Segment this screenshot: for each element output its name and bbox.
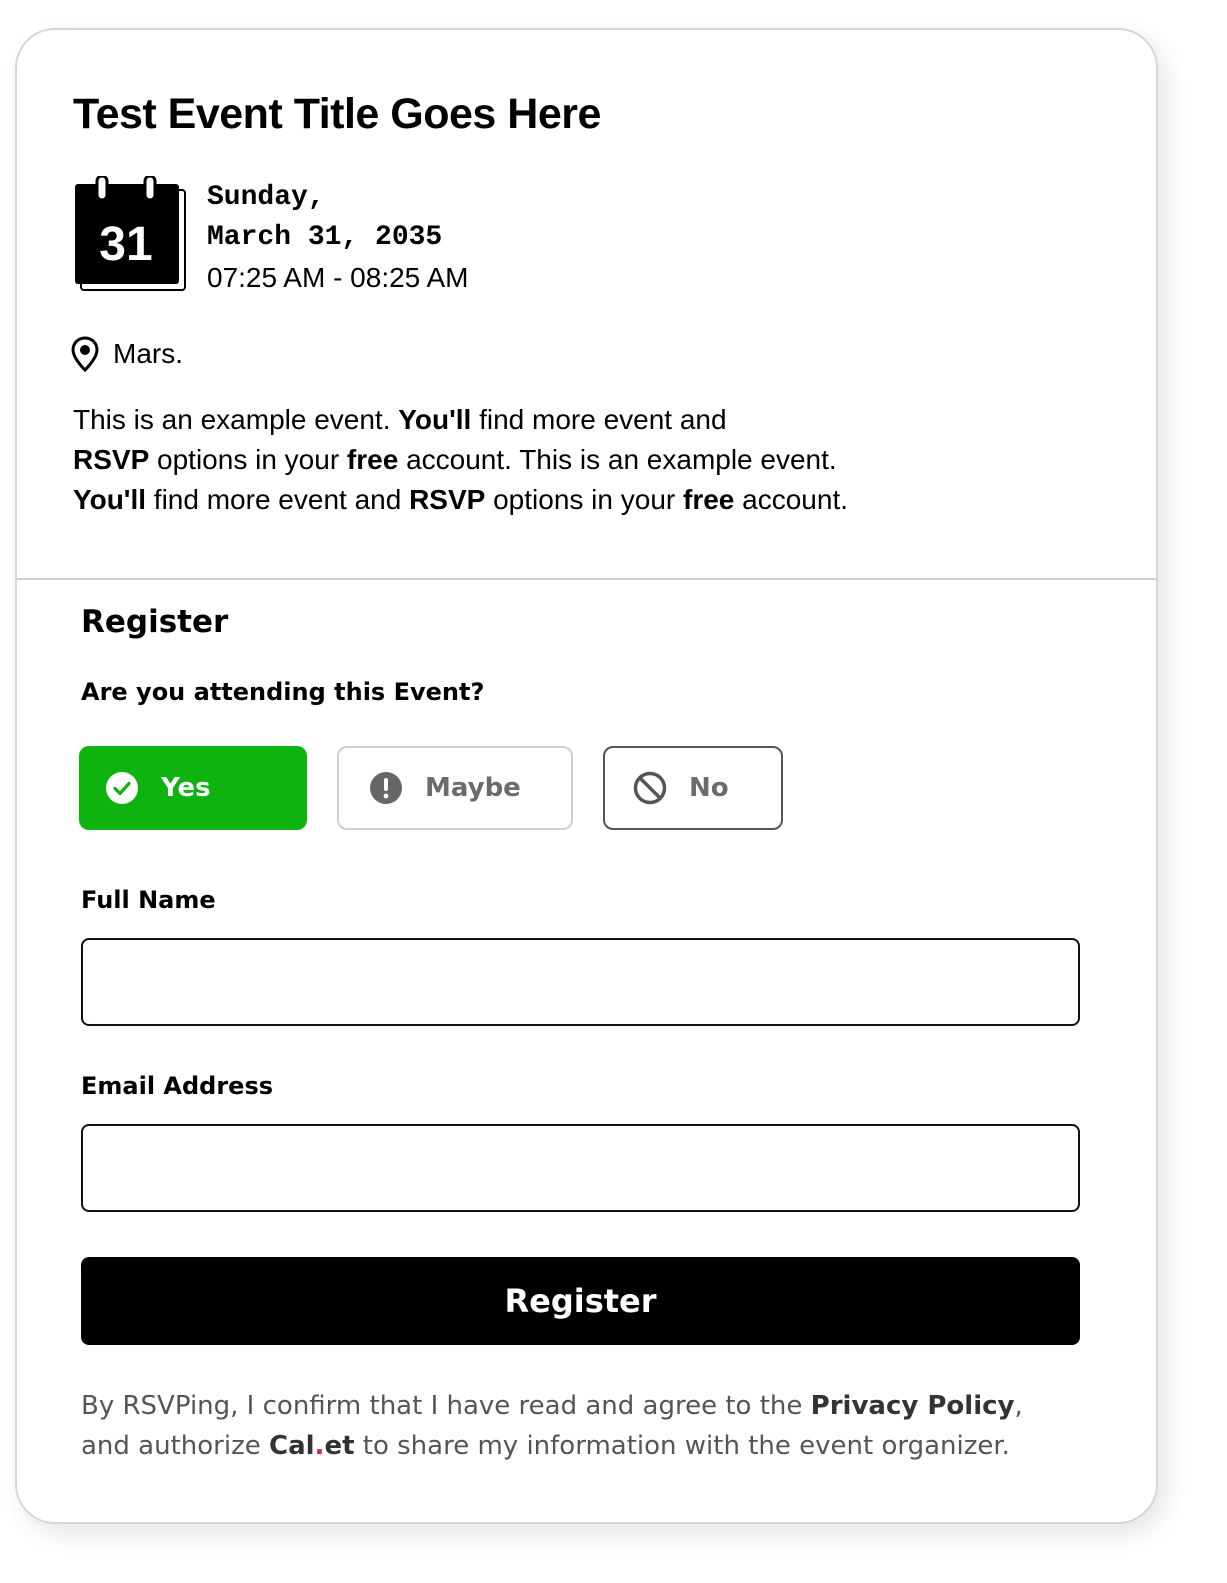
event-date: March 31, 2035	[207, 222, 443, 253]
description-line: You'll find more event and RSVP options …	[73, 484, 849, 515]
event-location: Mars.	[71, 336, 183, 373]
email-field[interactable]	[81, 1124, 1080, 1212]
calendar-icon: 31	[75, 176, 187, 292]
legal-line: By RSVPing, I confirm that I have read a…	[81, 1391, 1023, 1421]
event-card: Test Event Title Goes Here 31 Sunday, Ma…	[15, 28, 1158, 1524]
prohibited-icon	[633, 771, 667, 805]
rsvp-maybe-button[interactable]: Maybe	[337, 746, 573, 830]
calendar-day-number: 31	[99, 218, 152, 271]
legal-line: and authorize Cal.et to share my informa…	[81, 1431, 1010, 1461]
rsvp-yes-button[interactable]: Yes	[79, 746, 307, 830]
location-text: Mars.	[113, 338, 183, 369]
legal-notice: By RSVPing, I confirm that I have read a…	[81, 1386, 1091, 1466]
attendance-question: Are you attending this Event?	[81, 678, 485, 706]
description-line: This is an example event. You'll find mo…	[73, 404, 727, 435]
check-circle-icon	[105, 771, 139, 805]
rsvp-yes-label: Yes	[161, 773, 211, 803]
event-weekday: Sunday,	[207, 182, 325, 213]
event-time: 07:25 AM - 08:25 AM	[207, 262, 469, 293]
section-divider	[17, 578, 1156, 580]
email-label: Email Address	[81, 1072, 274, 1100]
location-pin-icon	[71, 336, 99, 373]
exclamation-circle-icon	[369, 771, 403, 805]
description-line: RSVP options in your free account. This …	[73, 444, 837, 475]
register-heading: Register	[81, 604, 229, 640]
rsvp-no-label: No	[689, 773, 729, 803]
event-datetime: Sunday, March 31, 2035 07:25 AM - 08:25 …	[207, 178, 469, 298]
full-name-field[interactable]	[81, 938, 1080, 1026]
event-title: Test Event Title Goes Here	[73, 90, 601, 138]
rsvp-maybe-label: Maybe	[425, 773, 521, 803]
full-name-label: Full Name	[81, 886, 216, 914]
rsvp-no-button[interactable]: No	[603, 746, 783, 830]
event-description: This is an example event. You'll find mo…	[73, 400, 1073, 520]
register-button[interactable]: Register	[81, 1257, 1080, 1345]
brand-name: Cal.et	[269, 1431, 355, 1461]
privacy-policy-link[interactable]: Privacy Policy	[811, 1391, 1015, 1421]
